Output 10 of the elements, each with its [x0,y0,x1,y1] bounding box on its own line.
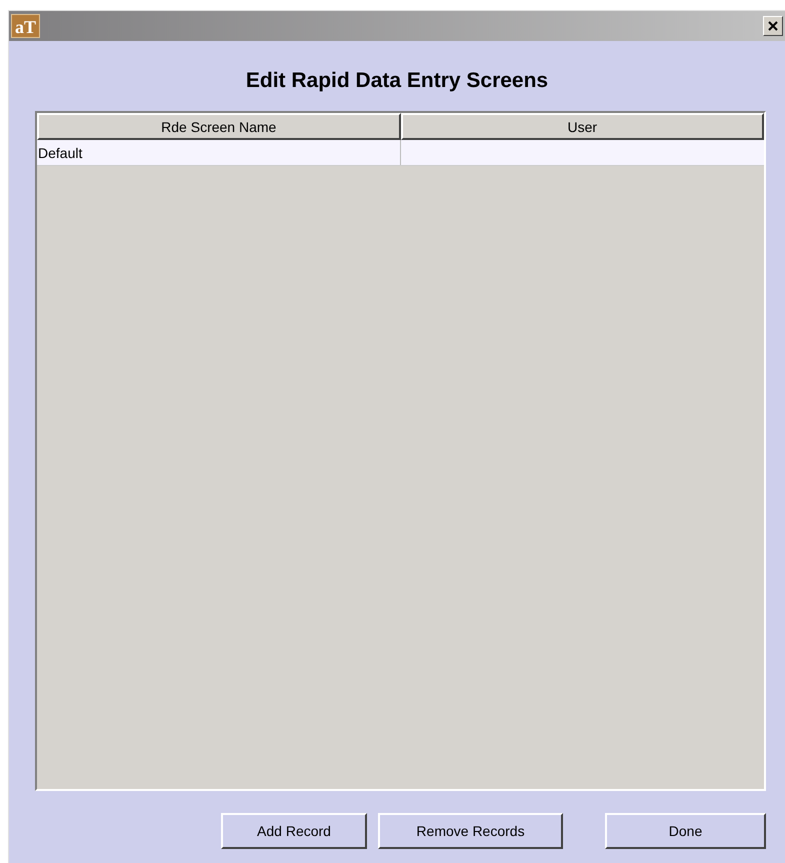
column-header[interactable]: User [400,113,764,140]
close-icon [768,21,778,31]
dialog-heading: Edit Rapid Data Entry Screens [244,68,550,94]
close-button[interactable] [763,16,783,36]
dialog-button[interactable]: Add Record [221,813,367,849]
app-logo: aT [11,14,40,38]
dialog-button[interactable]: Remove Records [378,813,563,849]
column-header[interactable]: Rde Screen Name [37,113,400,140]
table-cell: Default [37,140,401,165]
dialog-button[interactable]: Done [605,813,766,849]
